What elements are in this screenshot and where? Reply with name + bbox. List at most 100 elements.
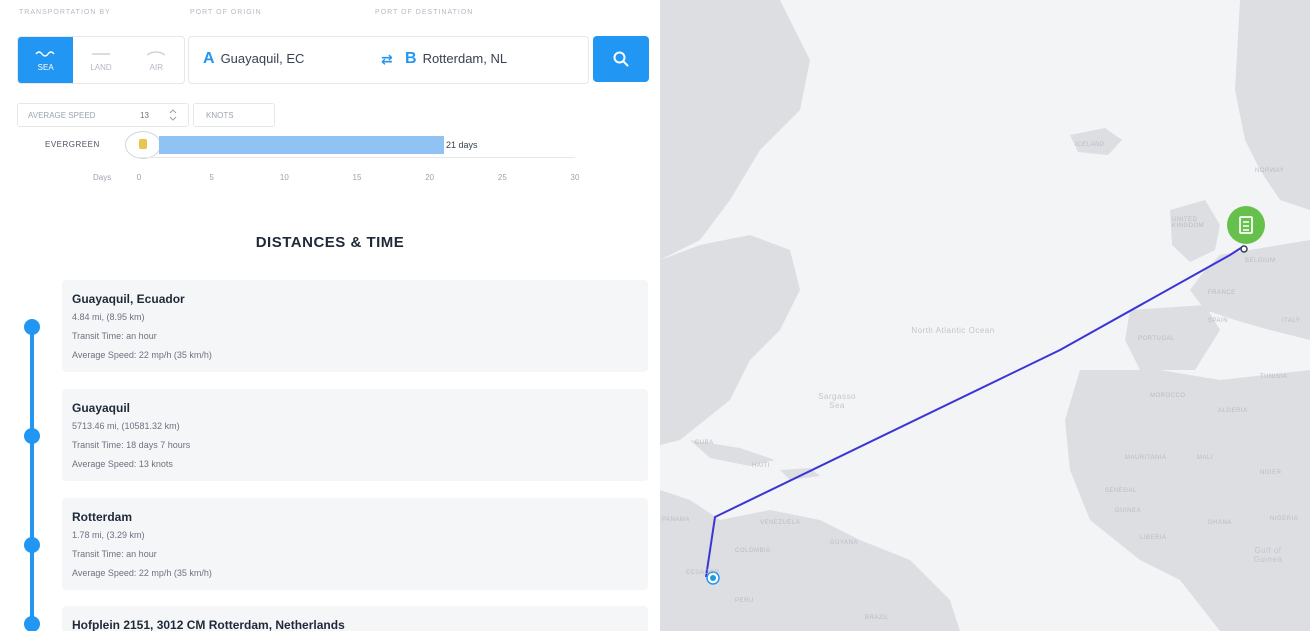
search-icon xyxy=(613,51,629,67)
leg-title: Rotterdam xyxy=(72,510,133,524)
average-speed-field[interactable]: AVERAGE SPEED 13 xyxy=(17,103,189,127)
destination-label: PORT OF DESTINATION xyxy=(375,9,474,16)
chart-x-tick: 30 xyxy=(570,173,580,182)
chart-x-axis-label: Days xyxy=(93,173,112,182)
map-label-belgium: BELGIUM xyxy=(1245,258,1276,264)
leg-transit-time: Transit Time: an hour xyxy=(72,331,157,341)
map-label-north-atlantic: North Atlantic Ocean xyxy=(911,326,995,335)
leg-title: Hofplein 2151, 3012 CM Rotterdam, Nether… xyxy=(72,618,345,631)
map-label-senegal: SENEGAL xyxy=(1105,488,1137,494)
average-speed-value: 13 xyxy=(140,111,149,120)
waves-icon xyxy=(35,51,55,57)
average-speed-label: AVERAGE SPEED xyxy=(28,111,96,120)
building-icon xyxy=(1239,216,1253,234)
map-label-nigeria: NIGERIA xyxy=(1270,516,1299,522)
chart-x-tick: 15 xyxy=(352,173,362,182)
stepper-icon[interactable] xyxy=(168,108,178,122)
leg-card: Guayaquil, Ecuador 4.84 mi, (8.95 km) Tr… xyxy=(62,280,648,372)
transport-label: TRANSPORTATION BY xyxy=(19,9,111,16)
map-label-iceland: ICELAND xyxy=(1075,142,1105,148)
land-africa xyxy=(1065,370,1310,631)
map-label-mauritania: MAURITANIA xyxy=(1125,455,1167,461)
route-input-box: A Guayaquil, EC ⇄ B Rotterdam, NL xyxy=(188,36,589,84)
origin-label: PORT OF ORIGIN xyxy=(190,9,262,16)
leg-title: Guayaquil, Ecuador xyxy=(72,292,185,306)
destination-field[interactable]: B Rotterdam, NL xyxy=(405,50,507,68)
land-scandinavia xyxy=(1235,0,1310,210)
map-label-liberia: LIBERIA xyxy=(1140,535,1167,541)
leg-transit-time: Transit Time: an hour xyxy=(72,549,157,559)
leg-distance: 5713.46 mi, (10581.32 km) xyxy=(72,421,180,431)
transport-mode-selector: SEA LAND AIR xyxy=(17,36,185,84)
map-label-norway: NORWAY xyxy=(1255,168,1285,174)
map-label-brazil: BRAZIL xyxy=(865,615,890,621)
chart-x-tick: 5 xyxy=(209,173,214,182)
map-label-guyana: GUYANA xyxy=(830,540,858,546)
destination-point xyxy=(1240,245,1248,253)
mode-land-button[interactable]: LAND xyxy=(73,37,128,83)
mode-land-label: LAND xyxy=(90,63,112,72)
map-label-algeria: ALGERIA xyxy=(1218,408,1248,414)
map-label-sargasso: Sargasso Sea xyxy=(818,392,856,410)
map-label-tunisia: TUNISIA xyxy=(1260,374,1288,380)
land-north-america xyxy=(660,235,800,445)
map-label-ecuador: ECUADOR xyxy=(686,570,720,576)
road-icon xyxy=(91,53,110,55)
map-label-guinea: GUINEA xyxy=(1115,508,1142,514)
chart-bar-value-label: 21 days xyxy=(446,140,478,150)
mode-sea-button[interactable]: SEA xyxy=(18,37,74,83)
map-label-panama: PANAMA xyxy=(662,517,690,523)
timeline-dot xyxy=(24,319,40,335)
land-south-america xyxy=(660,490,960,631)
leg-average-speed: Average Speed: 13 knots xyxy=(72,459,173,469)
chart-category-label: EVERGREEN xyxy=(45,140,100,149)
origin-marker-letter: A xyxy=(203,50,215,67)
route-map[interactable]: ICELAND NORWAY UNITED KINGDOM BELGIUM FR… xyxy=(660,0,1310,631)
mode-sea-label: SEA xyxy=(37,63,54,72)
swap-icon[interactable]: ⇄ xyxy=(381,51,393,68)
carrier-logo xyxy=(125,131,161,159)
map-label-haiti: HAITI xyxy=(752,463,770,469)
section-heading: DISTANCES & TIME xyxy=(255,234,405,251)
destination-pin[interactable] xyxy=(1227,206,1265,244)
leg-average-speed: Average Speed: 22 mp/h (35 km/h) xyxy=(72,568,212,578)
map-label-spain: SPAIN xyxy=(1208,318,1229,324)
leg-average-speed: Average Speed: 22 mp/h (35 km/h) xyxy=(72,350,212,360)
chart-x-tick: 0 xyxy=(136,173,142,182)
map-canvas[interactable] xyxy=(660,0,1310,631)
land-uk xyxy=(1170,200,1220,262)
leg-title: Guayaquil xyxy=(72,401,131,415)
timeline-dot xyxy=(24,616,40,631)
map-label-morocco: MOROCCO xyxy=(1150,393,1186,399)
leg-distance: 1.78 mi, (3.29 km) xyxy=(72,530,145,540)
speed-unit-label: KNOTS xyxy=(206,111,234,120)
timeline-dot xyxy=(24,537,40,553)
map-label-cuba: CUBA xyxy=(695,440,714,446)
destination-value: Rotterdam, NL xyxy=(422,51,508,66)
chart-x-tick: 10 xyxy=(279,173,289,182)
map-label-uk: UNITED KINGDOM xyxy=(1172,217,1205,229)
plane-icon xyxy=(146,51,166,56)
timeline-dot xyxy=(24,428,40,444)
leg-card: Hofplein 2151, 3012 CM Rotterdam, Nether… xyxy=(62,606,648,631)
leg-card: Guayaquil 5713.46 mi, (10581.32 km) Tran… xyxy=(62,389,648,481)
mode-air-button[interactable]: AIR xyxy=(129,37,184,83)
route-panel: TRANSPORTATION BY PORT OF ORIGIN PORT OF… xyxy=(0,0,660,631)
map-label-peru: PERU xyxy=(735,598,754,604)
leg-transit-time: Transit Time: 18 days 7 hours xyxy=(72,440,191,450)
map-label-italy: ITALY xyxy=(1282,318,1301,324)
chart-x-tick: 20 xyxy=(425,173,435,182)
map-label-gulf-of-guinea: Gulf of Guinea xyxy=(1253,546,1283,564)
chart-x-tick: 25 xyxy=(497,173,507,182)
map-label-france: FRANCE xyxy=(1208,290,1236,296)
speed-unit-select[interactable]: KNOTS xyxy=(193,103,275,127)
map-label-venezuela: VENEZUELA xyxy=(760,520,801,526)
destination-marker-letter: B xyxy=(405,50,417,67)
map-label-niger: NIGER xyxy=(1260,470,1282,476)
mode-air-label: AIR xyxy=(149,63,163,72)
map-label-portugal: PORTUGAL xyxy=(1138,336,1175,342)
search-button[interactable] xyxy=(593,36,649,82)
origin-field[interactable]: A Guayaquil, EC xyxy=(203,50,304,68)
timeline-line xyxy=(30,327,34,627)
chart-axis-line xyxy=(139,157,575,158)
